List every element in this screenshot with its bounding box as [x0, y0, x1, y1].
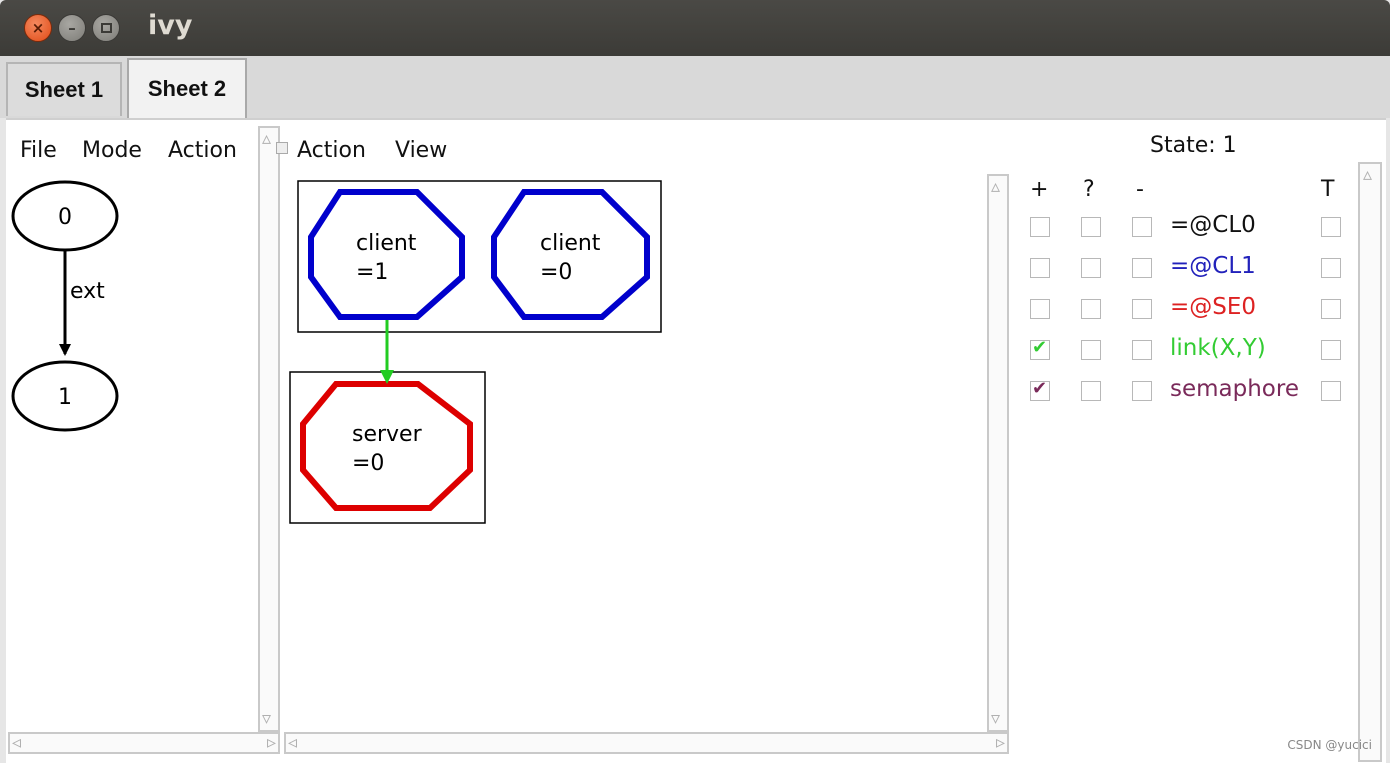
- checkbox-t[interactable]: [1321, 299, 1341, 319]
- state-label: State: 1: [1150, 133, 1237, 158]
- checkbox-minus[interactable]: [1132, 217, 1152, 237]
- checkmark-icon: ✔: [1032, 378, 1048, 399]
- left-vertical-scrollbar[interactable]: ▵ ▿: [258, 126, 280, 732]
- pane-splitter-handle[interactable]: [276, 142, 288, 154]
- graph-edge-label: ext: [70, 279, 105, 304]
- checkbox-minus[interactable]: [1132, 381, 1152, 401]
- checkbox-query[interactable]: [1081, 258, 1101, 278]
- checkbox-plus[interactable]: [1030, 258, 1050, 278]
- center-vertical-scrollbar[interactable]: ▵ ▿: [987, 174, 1009, 732]
- minimize-icon: –: [68, 19, 76, 37]
- checkbox-t[interactable]: [1321, 340, 1341, 360]
- checkbox-t[interactable]: [1321, 258, 1341, 278]
- menu-view[interactable]: View: [395, 138, 447, 163]
- close-icon: ×: [31, 19, 45, 37]
- main-area: File Mode Action 0 ext 1 ▵ ▿ ◃ ▹ Action …: [6, 118, 1386, 763]
- server-node-name: server: [352, 422, 423, 447]
- maximize-icon: [100, 23, 112, 33]
- checkbox-minus[interactable]: [1132, 340, 1152, 360]
- menu-file[interactable]: File: [20, 138, 57, 163]
- relation-label: link(X,Y): [1170, 335, 1266, 361]
- watermark: CSDN @yucici: [1287, 738, 1372, 752]
- scroll-left-icon[interactable]: ◃: [288, 734, 297, 752]
- server-node-value: =0: [352, 451, 384, 476]
- relation-label: =@CL0: [1170, 212, 1256, 238]
- client-node-1-name: client: [356, 231, 417, 256]
- instance-diagram: client =1 client =0 server =0: [289, 180, 662, 524]
- relation-label: =@SE0: [1170, 294, 1257, 320]
- checkbox-plus[interactable]: ✔: [1030, 378, 1050, 401]
- scroll-up-icon[interactable]: ▵: [1363, 166, 1372, 184]
- center-horizontal-scrollbar[interactable]: ◃ ▹: [284, 732, 1009, 754]
- client-node-0-name: client: [540, 231, 601, 256]
- checkbox-t[interactable]: [1321, 217, 1341, 237]
- checkbox-query[interactable]: [1081, 381, 1101, 401]
- checkbox-query[interactable]: [1081, 217, 1101, 237]
- menu-action-center[interactable]: Action: [297, 138, 366, 163]
- scroll-down-icon[interactable]: ▿: [262, 710, 271, 728]
- tab-strip: Sheet 1 Sheet 2: [0, 56, 1390, 118]
- client-node-1-value: =1: [356, 260, 388, 285]
- checkbox-query[interactable]: [1081, 340, 1101, 360]
- relation-label: =@CL1: [1170, 253, 1256, 279]
- state-graph: 0 ext 1: [11, 180, 119, 432]
- scroll-up-icon[interactable]: ▵: [991, 178, 1000, 196]
- relation-label: semaphore: [1170, 376, 1299, 402]
- menu-mode[interactable]: Mode: [82, 138, 142, 163]
- minimize-button[interactable]: –: [58, 14, 86, 42]
- graph-node-1-label: 1: [58, 385, 72, 410]
- scroll-right-icon[interactable]: ▹: [996, 734, 1005, 752]
- tab-sheet-2[interactable]: Sheet 2: [127, 58, 247, 118]
- scroll-up-icon[interactable]: ▵: [262, 130, 271, 148]
- checkbox-minus[interactable]: [1132, 299, 1152, 319]
- scroll-right-icon[interactable]: ▹: [267, 734, 276, 752]
- scroll-left-icon[interactable]: ◃: [12, 734, 21, 752]
- checkbox-query[interactable]: [1081, 299, 1101, 319]
- window-title: ivy: [148, 10, 193, 41]
- checkmark-icon: ✔: [1032, 337, 1048, 358]
- scroll-down-icon[interactable]: ▿: [991, 710, 1000, 728]
- column-header-query: ?: [1083, 177, 1095, 202]
- maximize-button[interactable]: [92, 14, 120, 42]
- right-vertical-scrollbar[interactable]: ▵: [1358, 162, 1382, 762]
- checkbox-minus[interactable]: [1132, 258, 1152, 278]
- graph-node-0-label: 0: [58, 205, 72, 230]
- tab-sheet-1[interactable]: Sheet 1: [6, 62, 122, 116]
- column-header-plus: +: [1030, 177, 1049, 202]
- checkbox-plus[interactable]: [1030, 217, 1050, 237]
- checkbox-t[interactable]: [1321, 381, 1341, 401]
- menu-action-left[interactable]: Action: [168, 138, 237, 163]
- column-header-minus: -: [1136, 177, 1144, 202]
- left-horizontal-scrollbar[interactable]: ◃ ▹: [8, 732, 280, 754]
- title-bar: × – ivy: [0, 0, 1390, 56]
- close-button[interactable]: ×: [24, 14, 52, 42]
- checkbox-plus[interactable]: [1030, 299, 1050, 319]
- column-header-t: T: [1321, 177, 1335, 202]
- checkbox-plus[interactable]: ✔: [1030, 337, 1050, 360]
- client-node-0-value: =0: [540, 260, 572, 285]
